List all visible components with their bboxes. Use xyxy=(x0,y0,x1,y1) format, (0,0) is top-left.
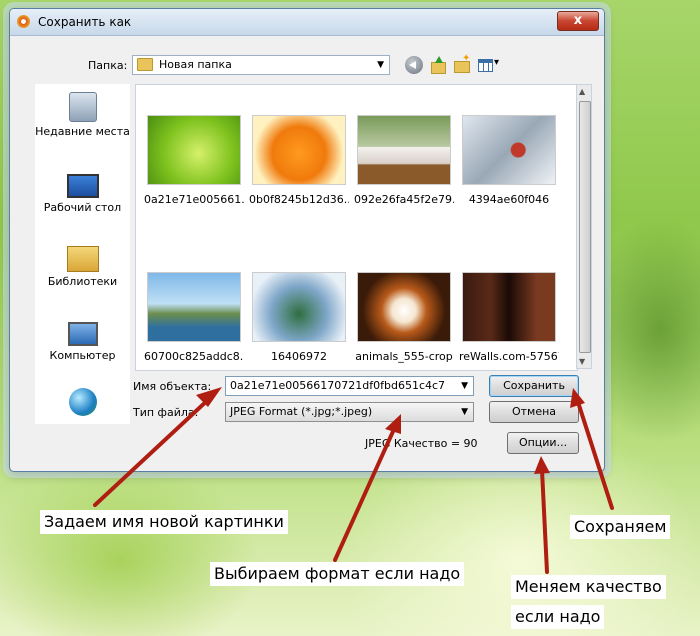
arrow-head xyxy=(196,387,222,407)
annotation-name: Задаем имя новой картинки xyxy=(40,510,288,534)
arrow-to-options xyxy=(540,468,549,574)
arrow-head xyxy=(534,456,550,474)
annotation-quality-line1: Меняем качество xyxy=(511,575,666,599)
annotation-format: Выбираем формат если надо xyxy=(210,562,465,586)
arrow-head xyxy=(570,388,585,408)
annotation-quality-line2: если надо xyxy=(511,605,605,629)
annotation-save: Сохраняем xyxy=(570,515,671,539)
arrow-to-filename xyxy=(93,396,212,507)
arrow-to-filetype xyxy=(333,425,397,562)
annotation-arrows xyxy=(93,387,614,574)
arrow-to-save xyxy=(576,400,614,510)
arrow-head xyxy=(385,414,401,434)
